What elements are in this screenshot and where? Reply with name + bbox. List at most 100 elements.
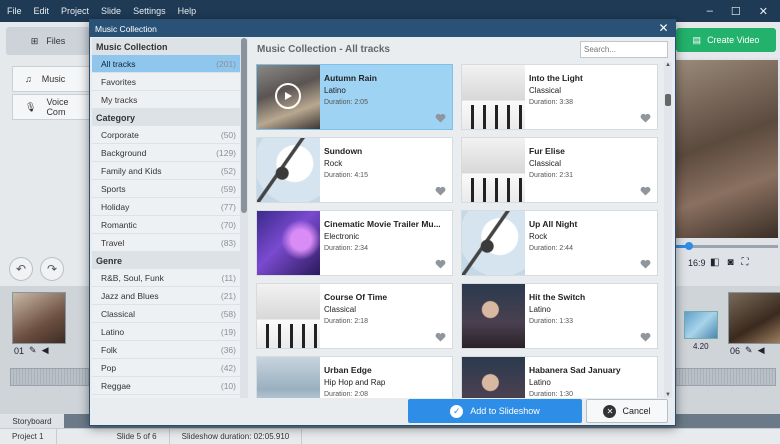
category-panel: Music Collection All tracks (201) Favorites… <box>92 38 240 398</box>
category-section-header: Genre <box>92 252 240 269</box>
preview-image <box>676 60 778 238</box>
favorite-heart-icon[interactable] <box>435 332 446 342</box>
category-item-latino[interactable]: Latino (19) <box>92 323 240 341</box>
category-item-folk[interactable]: Folk (36) <box>92 341 240 359</box>
aspect-ratio-label[interactable]: 16:9 <box>688 258 706 268</box>
favorite-heart-icon[interactable] <box>435 186 446 196</box>
track-grid-scroll-thumb[interactable] <box>665 94 671 106</box>
track-card[interactable]: Course Of Time Classical Duration: 2:18 <box>256 283 453 349</box>
left-panel <box>0 58 90 286</box>
category-item-holiday[interactable]: Holiday (77) <box>92 198 240 216</box>
play-icon[interactable] <box>275 83 301 109</box>
search-input[interactable] <box>580 41 668 58</box>
favorite-heart-icon[interactable] <box>640 332 651 342</box>
edit-icon[interactable]: ✎ <box>745 345 753 356</box>
scroll-down-icon[interactable]: ▼ <box>665 392 671 398</box>
close-icon[interactable]: ✕ <box>657 21 670 35</box>
track-thumbnail <box>257 138 320 202</box>
category-item-classical[interactable]: Classical (58) <box>92 305 240 323</box>
menu-settings[interactable]: Settings <box>126 6 171 16</box>
create-video-button[interactable]: ▤ Create Video <box>676 28 776 52</box>
track-thumbnail <box>462 211 525 275</box>
favorite-heart-icon[interactable] <box>435 259 446 269</box>
category-item-my-tracks[interactable]: My tracks <box>92 91 240 109</box>
playback-knob[interactable] <box>685 242 693 250</box>
category-item-pop[interactable]: Pop (42) <box>92 359 240 377</box>
track-duration: Duration: 2:34 <box>324 245 368 252</box>
category-item-background[interactable]: Background (129) <box>92 144 240 162</box>
track-duration: Duration: 2:05 <box>324 99 368 106</box>
volume-icon[interactable]: ◀ <box>42 345 49 356</box>
category-scroll-thumb[interactable] <box>241 38 247 213</box>
track-card[interactable]: Up All Night Rock Duration: 2:44 <box>461 210 658 276</box>
side-tab-voice[interactable]: 🎙 Voice Com <box>12 94 90 120</box>
volume-icon[interactable]: ◀ <box>758 345 765 356</box>
track-genre: Rock <box>324 159 343 168</box>
redo-button[interactable]: ↷ <box>40 257 64 281</box>
track-card[interactable]: Habanera Sad January Latino Duration: 1:30 <box>461 356 658 398</box>
track-card[interactable]: Hit the Switch Latino Duration: 1:33 <box>461 283 658 349</box>
cancel-button[interactable]: ✕ Cancel <box>586 399 668 423</box>
side-tab-voice-label: Voice Com <box>46 97 69 117</box>
track-grid-scrollbar[interactable]: ▲ ▼ <box>664 62 672 398</box>
category-item-label: Reggae <box>101 380 131 391</box>
track-info: Course Of Time Classical Duration: 2:18 <box>320 284 452 348</box>
minimize-icon[interactable]: – <box>707 5 713 18</box>
favorite-heart-icon[interactable] <box>435 113 446 123</box>
track-card[interactable]: Into the Light Classical Duration: 3:38 <box>461 64 658 130</box>
category-item-travel[interactable]: Travel (83) <box>92 234 240 252</box>
files-tab[interactable]: ⊞ Files <box>6 27 90 55</box>
category-item-count: (201) <box>216 58 236 69</box>
menu-slide[interactable]: Slide <box>94 6 126 16</box>
scroll-up-icon[interactable]: ▲ <box>665 62 671 68</box>
transition-thumbnail[interactable] <box>684 311 718 339</box>
track-genre: Classical <box>324 305 357 314</box>
category-item-sports[interactable]: Sports (59) <box>92 180 240 198</box>
snapshot-icon[interactable]: ◙ <box>727 257 733 268</box>
edit-icon[interactable]: ✎ <box>29 345 37 356</box>
storyboard-tab[interactable]: Storyboard <box>0 414 64 428</box>
track-info: Up All Night Rock Duration: 2:44 <box>525 211 657 275</box>
track-genre: Classical <box>529 86 562 95</box>
category-item-corporate[interactable]: Corporate (50) <box>92 126 240 144</box>
category-item-label: Family and Kids <box>101 165 162 176</box>
side-tab-music[interactable]: ♫ Music <box>12 66 90 92</box>
slide-clip-6[interactable] <box>728 292 780 344</box>
category-item-all-tracks[interactable]: All tracks (201) <box>92 55 240 73</box>
category-item-family-and-kids[interactable]: Family and Kids (52) <box>92 162 240 180</box>
track-card[interactable]: Cinematic Movie Trailer Mu... Electronic D… <box>256 210 453 276</box>
track-thumbnail <box>462 284 525 348</box>
track-genre: Latino <box>529 305 551 314</box>
category-scrollbar[interactable] <box>240 38 248 398</box>
category-item-r-b-soul-funk[interactable]: R&B, Soul, Funk (11) <box>92 269 240 287</box>
track-card[interactable]: Sundown Rock Duration: 4:15 <box>256 137 453 203</box>
fit-icon[interactable]: ◧ <box>710 257 719 268</box>
menu-help[interactable]: Help <box>171 6 202 16</box>
category-item-count: (59) <box>220 183 236 194</box>
add-to-slideshow-button[interactable]: ✓ Add to Slideshow <box>408 399 582 423</box>
undo-button[interactable]: ↶ <box>9 257 33 281</box>
track-card[interactable]: Urban Edge Hip Hop and Rap Duration: 2:08 <box>256 356 453 398</box>
slide-clip-1[interactable] <box>12 292 66 344</box>
menu-edit[interactable]: Edit <box>27 6 55 16</box>
track-card[interactable]: Autumn Rain Latino Duration: 2:05 <box>256 64 453 130</box>
redo-icon: ↷ <box>46 262 58 276</box>
favorite-heart-icon[interactable] <box>640 113 651 123</box>
track-card[interactable]: Fur Elise Classical Duration: 2:31 <box>461 137 658 203</box>
fullscreen-icon[interactable]: ⛶ <box>742 257 749 268</box>
category-item-label: Pop <box>101 362 117 373</box>
favorite-heart-icon[interactable] <box>640 186 651 196</box>
menu-file[interactable]: File <box>0 6 27 16</box>
category-item-count: (52) <box>220 165 236 176</box>
maximize-icon[interactable]: ☐ <box>731 5 741 18</box>
category-item-jazz-and-blues[interactable]: Jazz and Blues (21) <box>92 287 240 305</box>
category-item-romantic[interactable]: Romantic (70) <box>92 216 240 234</box>
clip-6-footer: 06 ✎ ◀ <box>730 345 764 356</box>
favorite-heart-icon[interactable] <box>640 259 651 269</box>
category-item-favorites[interactable]: Favorites <box>92 73 240 91</box>
category-item-reggae[interactable]: Reggae (10) <box>92 377 240 395</box>
track-duration: Duration: 1:30 <box>529 391 573 398</box>
menu-project[interactable]: Project <box>54 6 94 16</box>
window-close-icon[interactable]: ✕ <box>759 5 768 18</box>
music-note-icon: ♫ <box>25 74 32 84</box>
